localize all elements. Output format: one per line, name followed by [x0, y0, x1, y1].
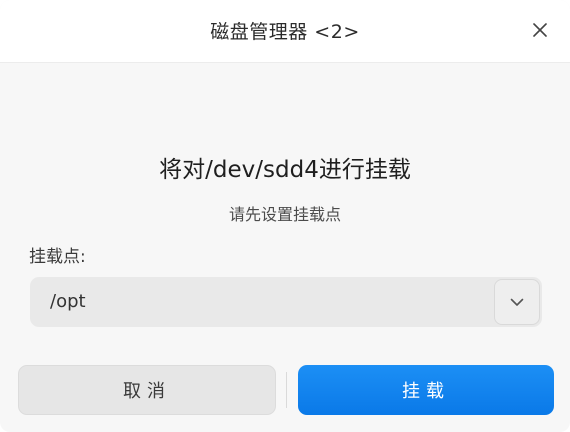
window-title: 磁盘管理器 <2>: [210, 21, 360, 43]
mount-point-value: /opt: [50, 291, 86, 312]
dialog-heading: 将对/dev/sdd4进行挂载: [159, 157, 411, 183]
chevron-down-icon: [510, 298, 524, 306]
dropdown-button[interactable]: [494, 279, 540, 325]
close-icon: [533, 23, 547, 37]
dialog-subheading: 请先设置挂载点: [228, 205, 341, 224]
button-divider: [286, 372, 287, 408]
mount-point-combobox[interactable]: /opt: [30, 277, 542, 327]
mount-button[interactable]: 挂载: [298, 365, 554, 415]
mount-dialog: 磁盘管理器 <2> 将对/dev/sdd4进行挂载 请先设置挂载点 挂载点: /…: [0, 0, 570, 432]
mount-point-label: 挂载点:: [29, 247, 86, 267]
cancel-button[interactable]: 取消: [18, 365, 276, 415]
close-button[interactable]: [526, 16, 554, 44]
title-bar: 磁盘管理器 <2>: [0, 0, 570, 63]
